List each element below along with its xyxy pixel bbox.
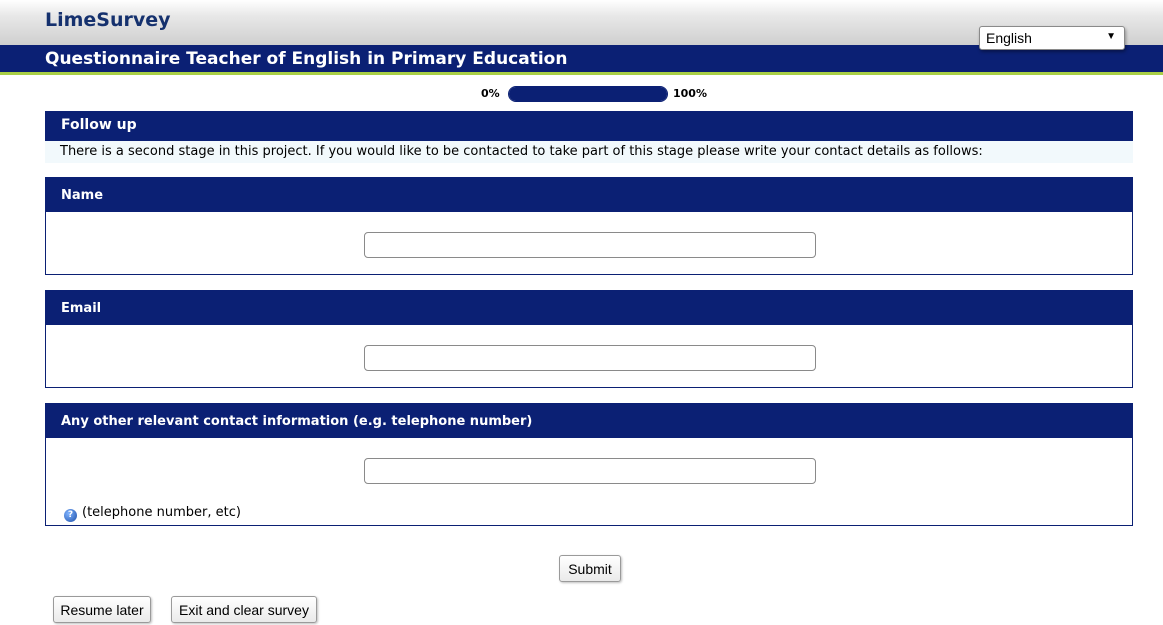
caret-down-icon: ▼	[1106, 31, 1116, 42]
group-title: Follow up	[45, 111, 1133, 141]
submit-button[interactable]: Submit	[559, 555, 621, 582]
exit-clear-survey-button[interactable]: Exit and clear survey	[171, 596, 317, 623]
question-name: Name	[45, 177, 1133, 275]
name-input[interactable]	[364, 232, 816, 258]
progress-min-label: 0%	[481, 87, 500, 100]
question-circle-icon: ?	[64, 509, 77, 522]
question-other-contact: Any other relevant contact information (…	[45, 403, 1133, 526]
help-text: (telephone number, etc)	[82, 505, 241, 520]
progress-bar: 0% 100%	[0, 86, 1163, 104]
language-selected: English	[986, 30, 1032, 46]
other-contact-input[interactable]	[364, 458, 816, 484]
language-select[interactable]: English ▼	[979, 26, 1125, 50]
email-input[interactable]	[364, 345, 816, 371]
group-description: There is a second stage in this project.…	[45, 141, 1133, 163]
question-label: Name	[46, 178, 1132, 212]
brand-logo-text: LimeSurvey	[45, 9, 171, 31]
progress-fill	[509, 87, 667, 101]
question-email: Email	[45, 290, 1133, 388]
progress-track	[508, 86, 668, 102]
survey-title: Questionnaire Teacher of English in Prim…	[45, 49, 568, 69]
question-label: Any other relevant contact information (…	[46, 404, 1132, 438]
resume-later-button[interactable]: Resume later	[53, 596, 151, 623]
question-help: ? (telephone number, etc)	[64, 505, 241, 522]
progress-max-label: 100%	[673, 87, 707, 100]
question-label: Email	[46, 291, 1132, 325]
